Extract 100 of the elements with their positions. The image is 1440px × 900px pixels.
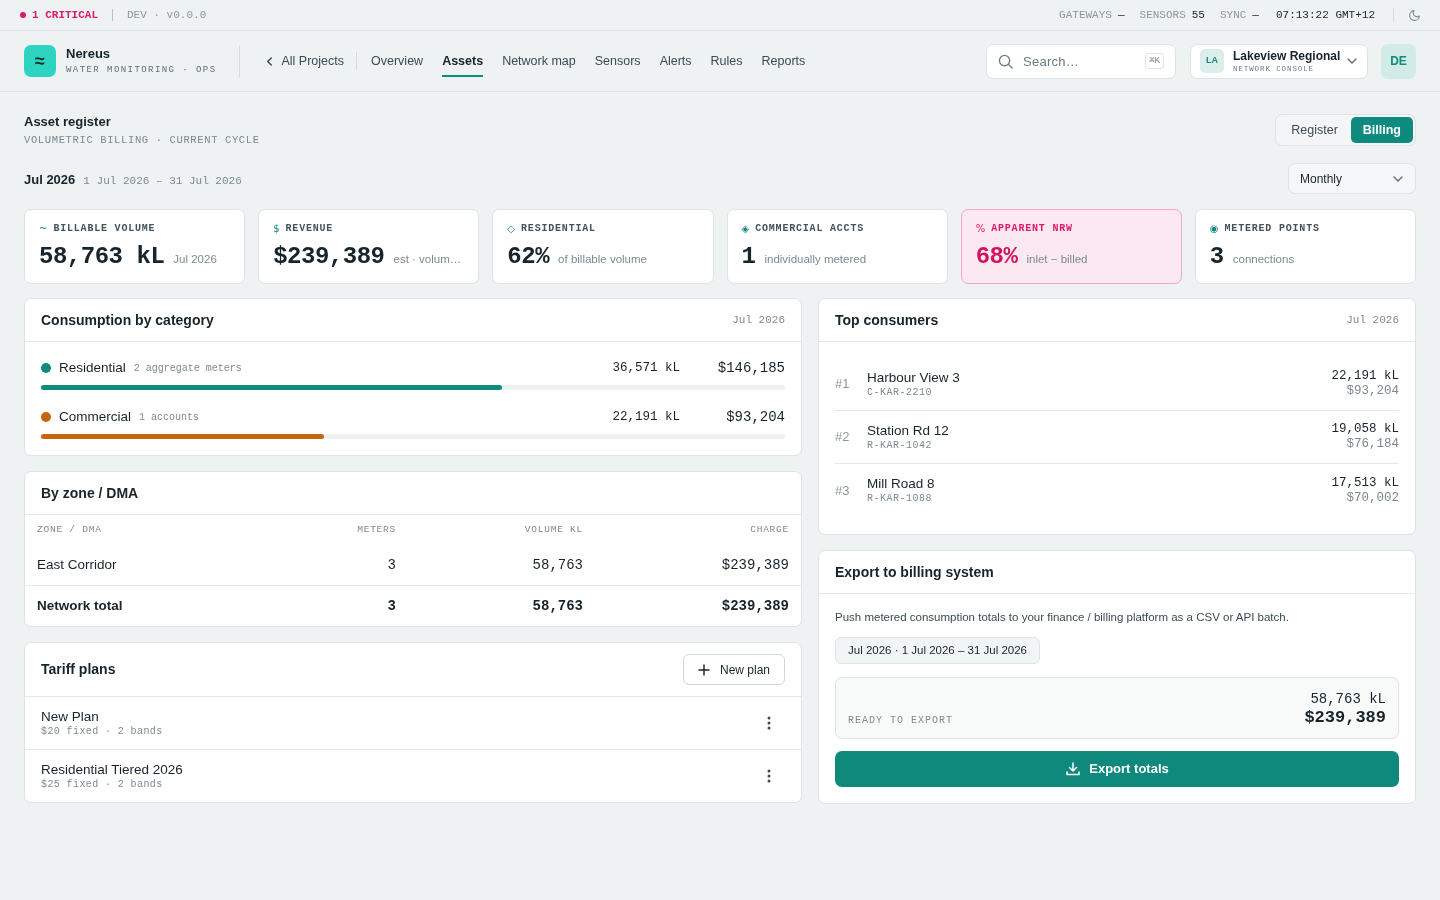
- plan-name: Residential Tiered 2026: [41, 761, 183, 778]
- chevron-left-icon: [264, 56, 274, 66]
- page-subtitle: VOLUMETRIC BILLING · CURRENT CYCLE: [24, 133, 260, 148]
- kpi-note: individually metered: [764, 252, 867, 267]
- clock: 07:13:22 GMT+12: [1275, 7, 1375, 23]
- table-cell-text: 3: [386, 555, 396, 575]
- period-label: Jul 2026: [732, 312, 785, 328]
- panel-title: By zone / DMA: [41, 483, 139, 503]
- consumer-name: Mill Road 8: [867, 475, 936, 492]
- nav-tab[interactable]: Overview: [371, 44, 424, 78]
- search-icon: [998, 53, 1013, 69]
- marker-icon: $: [273, 223, 280, 235]
- plan-detail: $20 fixed · 2 bands: [41, 725, 163, 738]
- kpi-value: 62%: [507, 243, 550, 271]
- alert-dot-icon: [20, 12, 26, 18]
- kpi-value: 3: [1209, 243, 1224, 271]
- period-chip: Jul 2026 · 1 Jul 2026 – 31 Jul 2026: [835, 637, 1041, 664]
- panel-title: Export to billing system: [835, 562, 994, 582]
- marker-icon: ~: [39, 223, 48, 235]
- summary-label: READY TO EXPORT: [848, 714, 953, 728]
- moon-icon[interactable]: [1408, 8, 1421, 22]
- table-cell-text: 58,763: [531, 555, 583, 575]
- nav-tab[interactable]: Rules: [710, 44, 743, 78]
- kebab-menu-icon[interactable]: [767, 769, 771, 783]
- kpi-note: connections: [1232, 252, 1295, 267]
- nav-tab[interactable]: Network map: [502, 44, 576, 78]
- page-title: Asset register: [24, 114, 112, 130]
- toggle-option[interactable]: Register: [1278, 117, 1351, 143]
- meter-id: R-KAR-1088: [867, 492, 933, 506]
- table-cell-text: 58,763: [531, 596, 583, 616]
- toggle-option[interactable]: Billing: [1350, 117, 1413, 143]
- critical-alert-count[interactable]: 1 CRITICAL: [32, 6, 98, 24]
- kpi-label: BILLABLE VOLUME: [53, 223, 156, 235]
- meter-id: R-KAR-1042: [867, 438, 933, 453]
- stat-label: SENSORS: [1139, 7, 1186, 23]
- new-plan-button[interactable]: New plan: [682, 654, 785, 685]
- nav-tab[interactable]: Reports: [761, 44, 806, 78]
- consumer-charge: $70,002: [1346, 490, 1399, 506]
- consumer-charge: $93,204: [1346, 384, 1399, 399]
- category-detail: 2 aggregate meters: [133, 361, 242, 376]
- kpi-note: inlet − billed: [1026, 252, 1088, 267]
- kpi-value: 68%: [975, 243, 1018, 271]
- period-range: 1 Jul 2026 – 31 Jul 2026: [83, 174, 242, 189]
- consumer-charge: $76,184: [1346, 437, 1399, 452]
- table-cell-text: $239,389: [720, 596, 789, 616]
- meter-id: C-KAR-2210: [867, 385, 933, 400]
- consumer-name: Harbour View 3: [867, 368, 961, 386]
- panel-title: Consumption by category: [41, 310, 214, 330]
- panel-title: Tariff plans: [41, 660, 116, 679]
- nav-tab[interactable]: Sensors: [594, 44, 641, 78]
- stat-label: GATEWAYS: [1059, 7, 1112, 23]
- marker-icon: ◇: [507, 223, 516, 235]
- marker-icon: %: [975, 223, 986, 235]
- stat-value: —: [1252, 7, 1259, 23]
- marker-icon: ◉: [1209, 223, 1219, 235]
- table-cell-text: East Corridor: [37, 555, 118, 574]
- export-button[interactable]: Export totals: [835, 751, 1399, 787]
- marker-icon: ◈: [741, 223, 750, 235]
- kpi-label: COMMERCIAL ACCTS: [755, 223, 865, 235]
- workspace-avatar: LA: [1200, 49, 1224, 73]
- kpi-label: REVENUE: [285, 223, 334, 235]
- kpi-label: APPARENT NRW: [991, 223, 1073, 235]
- column-header: ZONE / DMA: [37, 522, 103, 537]
- shortcut-key: ⌘K: [1145, 52, 1164, 69]
- app-tagline: WATER MONITORING · OPS: [66, 65, 217, 76]
- nav-tab[interactable]: Alerts: [659, 44, 692, 78]
- rank-label: #3: [835, 481, 851, 500]
- kebab-menu-icon[interactable]: [767, 716, 771, 730]
- consumer-volume: 17,513 kL: [1331, 475, 1399, 491]
- download-icon: [1065, 761, 1082, 777]
- stat-label: SYNC: [1219, 7, 1247, 23]
- environment-version: DEV · v0.0.0: [127, 7, 207, 23]
- consumer-volume: 19,058 kL: [1331, 422, 1399, 437]
- chevron-down-icon: [1347, 56, 1357, 66]
- export-description: Push metered consumption totals to your finance / billing platform as a CSV or API batch.: [835, 610, 1289, 625]
- kpi-note: est · volum…: [393, 252, 462, 267]
- kpi-value: 58,763 kL: [39, 243, 165, 271]
- table-cell-text: Network total: [37, 596, 124, 615]
- nav-tab[interactable]: Assets: [442, 44, 484, 78]
- category-name: Commercial: [59, 407, 131, 426]
- kpi-note: of billable volume: [558, 252, 647, 267]
- export-charge: $239,389: [1304, 708, 1386, 728]
- stat-value: 55: [1191, 7, 1205, 23]
- interval-select[interactable]: Monthly: [1288, 163, 1416, 194]
- kpi-note: Jul 2026: [173, 252, 217, 267]
- kpi-value: $239,389: [273, 243, 385, 271]
- plan-name: New Plan: [41, 708, 100, 725]
- category-charge: $93,204: [725, 407, 785, 427]
- category-name: Residential: [59, 358, 126, 377]
- table-cell-text: $239,389: [720, 555, 789, 575]
- period-title: Jul 2026: [24, 171, 76, 189]
- app-logo: ≈: [24, 45, 56, 77]
- column-header: CHARGE: [749, 522, 789, 537]
- kpi-value: 1: [741, 243, 756, 271]
- back-link[interactable]: All Projects: [264, 51, 345, 71]
- panel-title: Top consumers: [835, 310, 939, 330]
- rank-label: #1: [835, 375, 851, 394]
- category-detail: 1 accounts: [139, 410, 200, 425]
- stat-value: —: [1117, 7, 1125, 23]
- period-label: Jul 2026: [1346, 312, 1399, 328]
